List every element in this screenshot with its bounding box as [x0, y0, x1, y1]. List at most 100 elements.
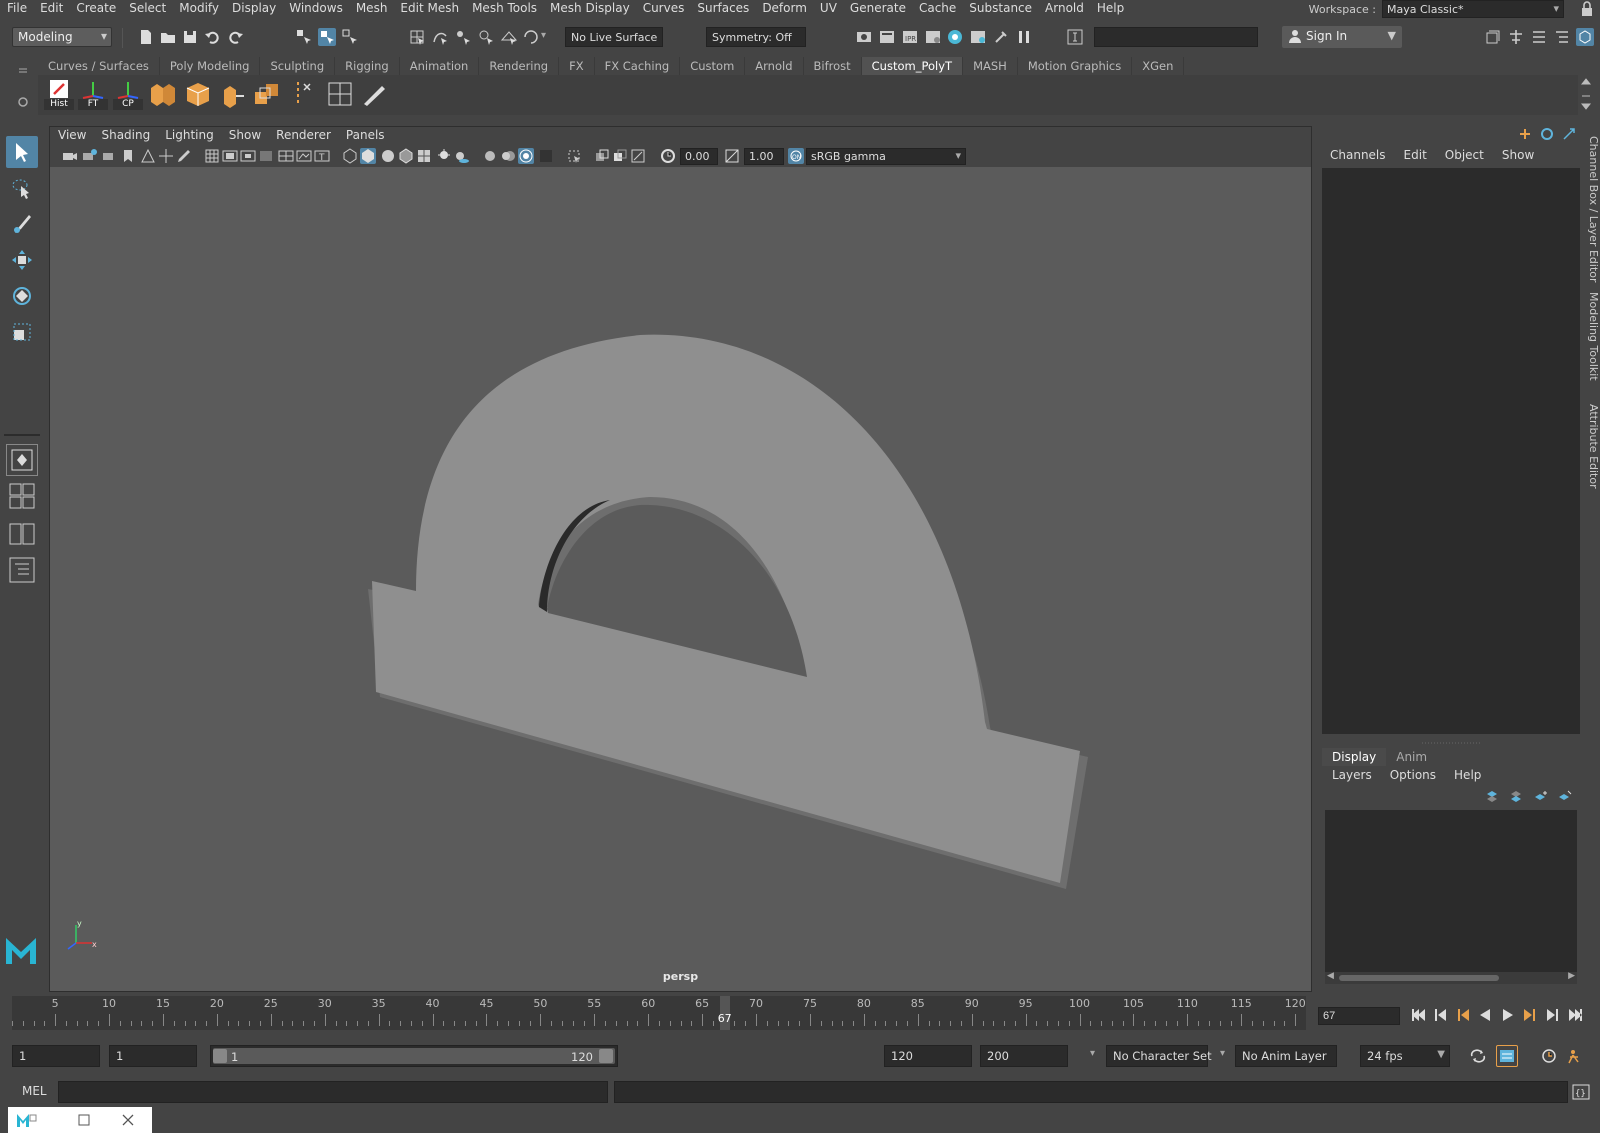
workspace-dropdown[interactable]: Maya Classic* — [1382, 0, 1564, 18]
shelf-tab-sculpting[interactable]: Sculpting — [260, 57, 336, 75]
default-material-icon[interactable] — [380, 148, 396, 164]
play-backwards-icon[interactable] — [1477, 1007, 1493, 1023]
extrude-icon[interactable] — [218, 80, 248, 108]
range-start-handle[interactable] — [213, 1049, 227, 1063]
shelf-tab-xgen[interactable]: XGen — [1132, 57, 1185, 75]
fps-dropdown[interactable]: 24 fps ▼ — [1360, 1045, 1450, 1067]
new-layer-selected-icon[interactable] — [1556, 790, 1572, 804]
new-scene-icon[interactable] — [137, 28, 155, 46]
snap-point-icon[interactable] — [454, 28, 472, 46]
protractor-model[interactable] — [50, 167, 1311, 991]
layer-menu-help[interactable]: Help — [1444, 768, 1489, 782]
current-frame-marker[interactable]: 67 — [718, 996, 732, 1030]
layer-tab-display[interactable]: Display — [1322, 748, 1387, 766]
paint-select-tool-button[interactable] — [6, 208, 38, 240]
redo-icon[interactable] — [226, 28, 244, 46]
rotate-tool-button[interactable] — [6, 280, 38, 312]
range-slider[interactable]: 1 120 — [210, 1045, 618, 1067]
input-line-icon[interactable] — [1066, 28, 1084, 46]
shelf-tab-custom[interactable]: Custom — [680, 57, 746, 75]
single-perspective-layout-button[interactable] — [6, 444, 38, 476]
panel-splitter[interactable] — [1322, 735, 1580, 744]
grid-toggle-icon[interactable] — [204, 148, 220, 164]
poly-cube-icon[interactable] — [183, 80, 213, 108]
playback-end-field[interactable]: 120 — [884, 1045, 972, 1067]
menu-cache[interactable]: Cache — [912, 1, 962, 16]
shelf-tab-animation[interactable]: Animation — [400, 57, 480, 75]
anim-preferences-icon[interactable] — [1540, 1047, 1558, 1065]
exposure-field[interactable]: 0.00 — [680, 148, 718, 165]
sign-in-button[interactable]: Sign In ▼ — [1282, 26, 1402, 48]
snap-projected-center-icon[interactable] — [477, 28, 495, 46]
wireframe-icon[interactable] — [342, 148, 358, 164]
menu-help[interactable]: Help — [1090, 1, 1130, 16]
shadows-icon[interactable] — [454, 148, 470, 164]
channel-box-area[interactable] — [1322, 168, 1580, 734]
menu-mesh-tools[interactable]: Mesh Tools — [465, 1, 543, 16]
scrollbar-thumb[interactable] — [1339, 975, 1499, 981]
select-hierarchy-icon[interactable] — [295, 28, 313, 46]
menu-windows[interactable]: Windows — [282, 1, 349, 16]
shelf-tab-fx[interactable]: FX — [559, 57, 595, 75]
move-layer-down-icon[interactable] — [1508, 790, 1524, 804]
snap-live-icon[interactable] — [522, 28, 540, 46]
multi-cut-icon[interactable] — [326, 80, 354, 108]
viewport-menu-show[interactable]: Show — [221, 127, 268, 145]
scroll-right-icon[interactable]: ▶ — [1568, 971, 1575, 981]
menu-select[interactable]: Select — [122, 1, 172, 16]
pause-viewport-icon[interactable] — [1015, 28, 1033, 46]
four-view-layout-button[interactable] — [6, 480, 38, 512]
gamma-icon[interactable] — [724, 148, 740, 164]
poly-cube-split-icon[interactable] — [148, 80, 178, 108]
menuset-dropdown[interactable]: Modeling ▾ — [12, 27, 112, 47]
channel-box-toggle[interactable] — [1576, 28, 1594, 46]
outliner-icon[interactable] — [1553, 28, 1571, 46]
bookmark-icon[interactable] — [120, 148, 136, 164]
select-components-icon[interactable] — [341, 28, 359, 46]
script-editor-icon[interactable]: {} — [1572, 1083, 1590, 1101]
delete-edge-icon[interactable] — [290, 80, 316, 108]
use-all-lights-icon[interactable] — [436, 148, 452, 164]
live-surface-field[interactable]: No Live Surface — [565, 27, 663, 47]
viewport-menu-panels[interactable]: Panels — [338, 127, 392, 145]
input-line-field[interactable] — [1094, 27, 1258, 47]
viewport-menu-renderer[interactable]: Renderer — [268, 127, 338, 145]
combine-icon[interactable] — [252, 80, 282, 108]
select-tool-button[interactable] — [6, 136, 38, 168]
auto-key-button[interactable] — [1496, 1045, 1518, 1067]
safe-title-icon[interactable]: T — [314, 148, 330, 164]
menu-modify[interactable]: Modify — [172, 1, 225, 16]
playback-preferences-icon[interactable] — [1566, 1047, 1584, 1065]
outliner-layout-button[interactable] — [6, 554, 38, 586]
shelf-tab-arnold[interactable]: Arnold — [745, 57, 804, 75]
color-management-toggle[interactable]: ON — [788, 148, 804, 164]
move-layer-up-icon[interactable] — [1484, 790, 1500, 804]
range-end-handle[interactable] — [599, 1049, 613, 1063]
layer-menu-options[interactable]: Options — [1380, 768, 1444, 782]
ipr-render-icon[interactable]: IPR — [901, 28, 919, 46]
move-tool-button[interactable] — [6, 244, 38, 276]
undo-icon[interactable] — [204, 28, 222, 46]
step-forward-frame-icon[interactable] — [1522, 1007, 1538, 1023]
attribute-editor-icon[interactable] — [1507, 28, 1525, 46]
manipulator-icon[interactable] — [1540, 127, 1554, 141]
current-frame-field[interactable] — [1318, 1007, 1400, 1025]
field-chart-icon[interactable] — [278, 148, 294, 164]
shelf-button-cp[interactable]: CP — [113, 78, 143, 110]
lasso-tool-button[interactable] — [6, 172, 38, 204]
exposure-icon[interactable] — [660, 148, 676, 164]
tool-settings-icon[interactable] — [1530, 28, 1548, 46]
command-input[interactable] — [58, 1081, 608, 1103]
side-tab-attribute-editor[interactable]: Attribute Editor — [1582, 404, 1600, 489]
viewport-menu-shading[interactable]: Shading — [93, 127, 157, 145]
grease-pencil-icon[interactable] — [176, 148, 192, 164]
viewport-menu-view[interactable]: View — [50, 127, 93, 145]
play-forwards-icon[interactable] — [1500, 1007, 1516, 1023]
open-scene-icon[interactable] — [159, 28, 177, 46]
smooth-shade-button[interactable] — [360, 148, 376, 164]
chevron-down-icon[interactable]: ▾ — [1090, 1048, 1095, 1059]
color-space-dropdown[interactable]: sRGB gamma ▾ — [806, 148, 966, 165]
layer-list-area[interactable] — [1325, 810, 1577, 982]
isolate-select-icon[interactable] — [566, 148, 582, 164]
loop-icon[interactable] — [1469, 1048, 1487, 1064]
